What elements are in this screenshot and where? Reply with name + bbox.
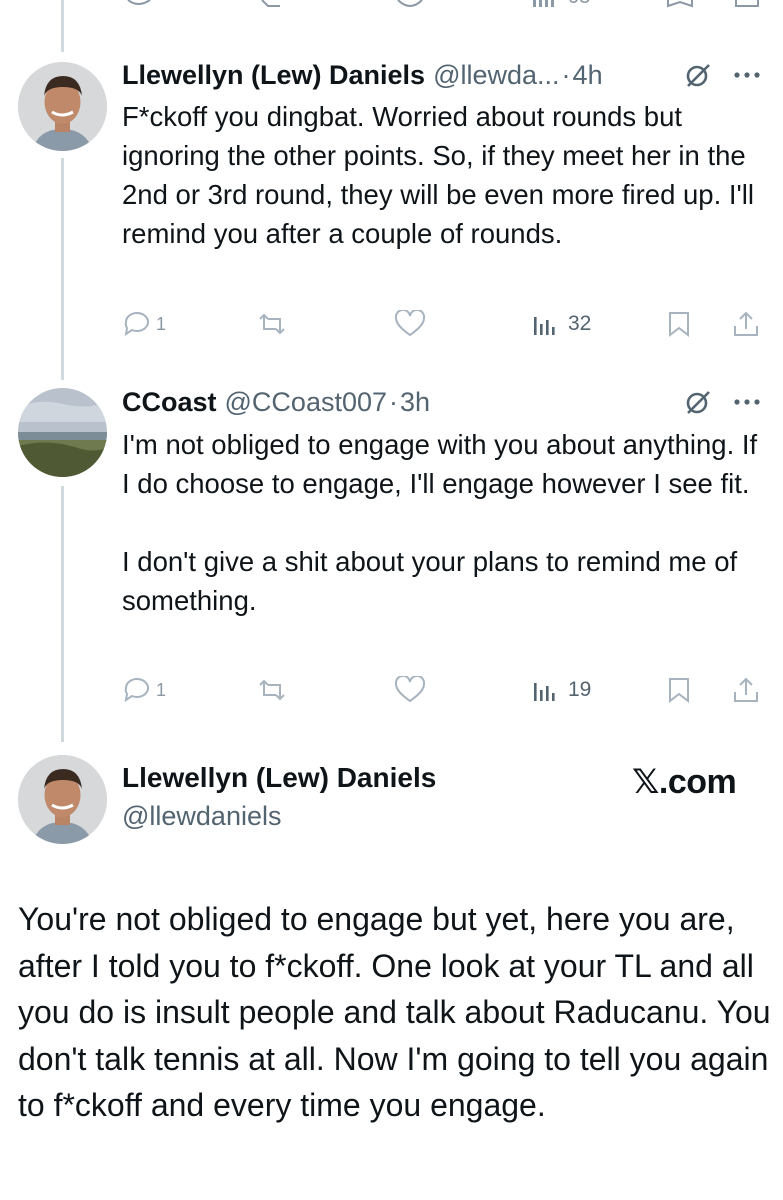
heart-icon: [394, 310, 426, 337]
avatar-llewellyn[interactable]: [18, 62, 107, 151]
thread-line-1: [61, 158, 64, 380]
heart-icon: [394, 676, 426, 703]
avatar-ccoast[interactable]: [18, 388, 107, 477]
like-button[interactable]: [394, 310, 426, 338]
tweet-2-header: CCoast @CCoast007 · 3h: [122, 384, 761, 420]
views-button[interactable]: 19: [532, 677, 591, 703]
like-button[interactable]: [394, 676, 426, 704]
author-name[interactable]: Llewellyn (Lew) Daniels: [122, 60, 425, 91]
previous-tweet-actions: 03: [0, 0, 783, 14]
separator-dot: ·: [561, 59, 571, 90]
author-name[interactable]: CCoast: [122, 387, 217, 418]
share-button[interactable]: [732, 676, 760, 704]
share-icon: [734, 677, 758, 702]
tweet-2-text: I'm not obliged to engage with you about…: [122, 429, 758, 616]
grok-icon[interactable]: [685, 389, 711, 415]
separator-dot: ·: [389, 386, 399, 417]
repost-button[interactable]: [256, 311, 288, 337]
author-handle[interactable]: @llewda...: [433, 60, 559, 91]
reply-icon: [124, 678, 149, 703]
card-author-handle[interactable]: @llewdaniels: [122, 801, 281, 832]
profile-photo-icon: [18, 62, 107, 151]
reply-icon: [124, 312, 149, 337]
tweet-1-text: F*ckoff you dingbat. Worried about round…: [122, 101, 762, 249]
reply-button[interactable]: 1: [122, 310, 166, 338]
share-icon: [734, 311, 758, 336]
tweet-2-actions: 1 19: [122, 674, 762, 706]
bookmark-icon: [669, 312, 689, 338]
card-author-name[interactable]: Llewellyn (Lew) Daniels: [122, 762, 436, 794]
reply-count: 1: [156, 313, 167, 334]
avatar-llewellyn-card[interactable]: [18, 755, 107, 844]
grok-icon[interactable]: [685, 62, 711, 88]
tweet-1-header: Llewellyn (Lew) Daniels @llewda... · 4h: [122, 57, 761, 93]
bookmark-icon: [669, 678, 689, 704]
bookmark-button[interactable]: [666, 676, 692, 704]
x-com-logo: 𝕏.com: [632, 763, 737, 801]
share-button[interactable]: [732, 310, 760, 338]
views-button[interactable]: 32: [532, 311, 591, 337]
bookmark-button[interactable]: [666, 310, 692, 338]
card-reply-text: You're not obliged to engage but yet, he…: [18, 901, 780, 1123]
reply-button[interactable]: 1: [122, 676, 166, 704]
views-count: 32: [568, 312, 592, 335]
profile-photo-icon: [18, 755, 107, 844]
timestamp[interactable]: 3h: [400, 387, 430, 418]
views-count: 19: [568, 678, 592, 701]
repost-button[interactable]: [256, 677, 288, 703]
previous-views-count: 03: [568, 0, 590, 9]
repost-icon: [259, 679, 285, 701]
repost-icon: [259, 313, 285, 335]
thread-line-2: [61, 486, 64, 742]
timestamp[interactable]: 4h: [573, 60, 603, 91]
profile-photo-icon: [18, 388, 107, 477]
more-options-icon[interactable]: [733, 71, 761, 79]
tweet-1-actions: 1 32: [122, 308, 762, 340]
more-options-icon[interactable]: [733, 398, 761, 406]
analytics-icon: [534, 317, 555, 335]
analytics-icon: [534, 683, 555, 701]
author-handle[interactable]: @CCoast007: [225, 387, 388, 418]
reply-count: 1: [156, 679, 167, 700]
